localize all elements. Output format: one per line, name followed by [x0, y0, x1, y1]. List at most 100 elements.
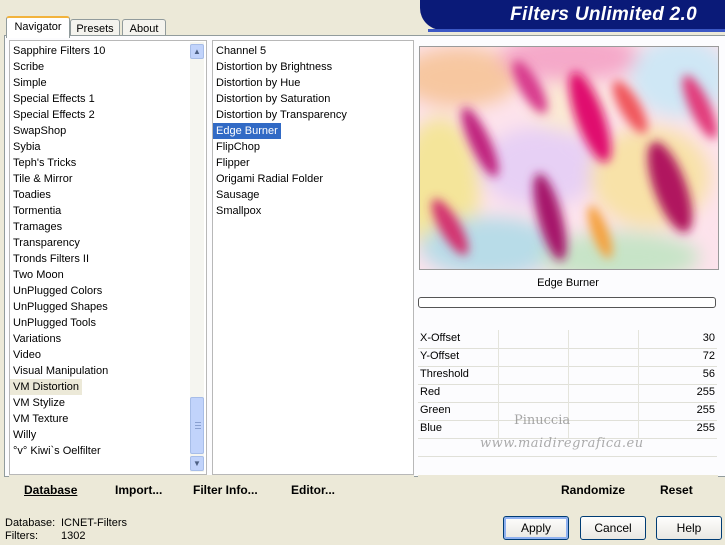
category-item[interactable]: Transparency: [10, 235, 83, 251]
param-value: 72: [702, 350, 715, 362]
cancel-button[interactable]: Cancel: [580, 516, 646, 540]
filter-info-label: Filter Info...: [193, 483, 258, 497]
param-row-x-offset[interactable]: X-Offset 30: [418, 330, 717, 349]
category-item[interactable]: Sybia: [10, 139, 44, 155]
category-item[interactable]: Video: [10, 347, 44, 363]
category-item[interactable]: Tormentia: [10, 203, 64, 219]
scroll-thumb[interactable]: [190, 397, 204, 454]
category-item[interactable]: VM Stylize: [10, 395, 68, 411]
filter-item[interactable]: Distortion by Brightness: [213, 59, 335, 75]
left-toolbar: Database Import... Filter Info... Editor…: [9, 475, 414, 503]
category-item[interactable]: UnPlugged Shapes: [10, 299, 111, 315]
filter-item[interactable]: Distortion by Hue: [213, 75, 303, 91]
category-item[interactable]: SwapShop: [10, 123, 69, 139]
filter-item[interactable]: Smallpox: [213, 203, 264, 219]
category-item[interactable]: Two Moon: [10, 267, 67, 283]
param-row-red[interactable]: Red 255: [418, 384, 717, 403]
category-list[interactable]: Sapphire Filters 10 Scribe Simple Special E…: [9, 40, 207, 475]
banner-stripe: [428, 29, 725, 32]
category-item[interactable]: Scribe: [10, 59, 47, 75]
reset-label: Reset: [660, 483, 693, 497]
editor-button[interactable]: Editor...: [291, 483, 335, 497]
category-item[interactable]: Toadies: [10, 187, 54, 203]
category-item[interactable]: °v° Kiwi`s Oelfilter: [10, 443, 104, 459]
preview-filter-name: Edge Burner: [537, 277, 599, 289]
reset-button[interactable]: Reset: [660, 483, 693, 497]
watermark-url: www.maidiregrafica.eu: [480, 436, 644, 451]
editor-label: Editor...: [291, 483, 336, 497]
slider-track: [568, 366, 569, 384]
filter-item[interactable]: Distortion by Transparency: [213, 107, 350, 123]
param-label: Threshold: [420, 368, 469, 380]
slider-track: [568, 348, 569, 366]
database-button[interactable]: Database: [24, 483, 77, 497]
filter-item[interactable]: Origami Radial Folder: [213, 171, 326, 187]
randomize-label: Randomize: [561, 483, 626, 497]
filter-item[interactable]: Flipper: [213, 155, 253, 171]
param-value: 56: [702, 368, 715, 380]
param-row-threshold[interactable]: Threshold 56: [418, 366, 717, 385]
progress-bar: [418, 297, 716, 308]
slider-track: [498, 402, 499, 420]
app-title: Filters Unlimited 2.0: [510, 4, 697, 25]
category-item[interactable]: VM Distortion: [10, 379, 83, 395]
category-item[interactable]: Sapphire Filters 10: [10, 43, 108, 59]
scroll-up-button[interactable]: ▲: [190, 44, 204, 59]
category-item[interactable]: VM Texture: [10, 411, 71, 427]
status-database: Database: ICNET-Filters: [5, 517, 127, 529]
filter-item[interactable]: Sausage: [213, 187, 262, 203]
param-row-y-offset[interactable]: Y-Offset 72: [418, 348, 717, 367]
category-item[interactable]: Variations: [10, 331, 64, 347]
param-value: 30: [702, 332, 715, 344]
slider-track: [638, 384, 639, 402]
chevron-up-icon: ▲: [193, 47, 201, 56]
status-filters: Filters: 1302: [5, 530, 85, 542]
category-item[interactable]: Teph's Tricks: [10, 155, 79, 171]
param-label: Y-Offset: [420, 350, 460, 362]
filter-item[interactable]: Distortion by Saturation: [213, 91, 333, 107]
category-item[interactable]: Simple: [10, 75, 50, 91]
category-item[interactable]: Willy: [10, 427, 39, 443]
param-label: Red: [420, 386, 441, 398]
chevron-down-icon: ▼: [193, 459, 201, 468]
watermark-name: Pinuccia: [514, 413, 571, 428]
status-database-label: Database:: [5, 517, 56, 529]
category-item[interactable]: Tramages: [10, 219, 65, 235]
category-item[interactable]: UnPlugged Colors: [10, 283, 105, 299]
category-item[interactable]: Special Effects 1: [10, 91, 98, 107]
filter-item[interactable]: Channel 5: [213, 43, 269, 59]
apply-button[interactable]: Apply: [503, 516, 569, 540]
grip-line: [195, 428, 201, 429]
import-button[interactable]: Import...: [115, 483, 162, 497]
category-item[interactable]: UnPlugged Tools: [10, 315, 99, 331]
param-label: Blue: [420, 422, 443, 434]
param-label: X-Offset: [420, 332, 461, 344]
slider-track: [568, 330, 569, 348]
category-item[interactable]: Tronds Filters II: [10, 251, 92, 267]
filter-item[interactable]: Edge Burner: [213, 123, 281, 139]
right-toolbar: Randomize Reset: [418, 475, 718, 503]
slider-track: [638, 402, 639, 420]
preview-image: [419, 46, 719, 270]
randomize-button[interactable]: Randomize: [561, 483, 625, 497]
import-label: Import...: [115, 483, 163, 497]
slider-track: [638, 330, 639, 348]
slider-track: [568, 384, 569, 402]
scroll-down-button[interactable]: ▼: [190, 456, 204, 471]
slider-track: [638, 348, 639, 366]
status-filters-label: Filters:: [5, 530, 38, 542]
category-item[interactable]: Special Effects 2: [10, 107, 98, 123]
filter-item[interactable]: FlipChop: [213, 139, 263, 155]
param-value: 255: [696, 422, 715, 434]
slider-track: [498, 348, 499, 366]
tab-navigator[interactable]: Navigator: [6, 16, 70, 38]
filter-info-button[interactable]: Filter Info...: [193, 483, 258, 497]
database-label: Database: [24, 483, 78, 497]
help-button[interactable]: Help: [656, 516, 722, 540]
param-value: 255: [696, 404, 715, 416]
preview-graphic: [420, 47, 718, 269]
category-item[interactable]: Visual Manipulation: [10, 363, 111, 379]
category-item[interactable]: Tile & Mirror: [10, 171, 75, 187]
category-scrollbar[interactable]: ▲ ▼: [190, 42, 204, 472]
filter-list[interactable]: Channel 5 Distortion by Brightness Distort…: [212, 40, 414, 475]
